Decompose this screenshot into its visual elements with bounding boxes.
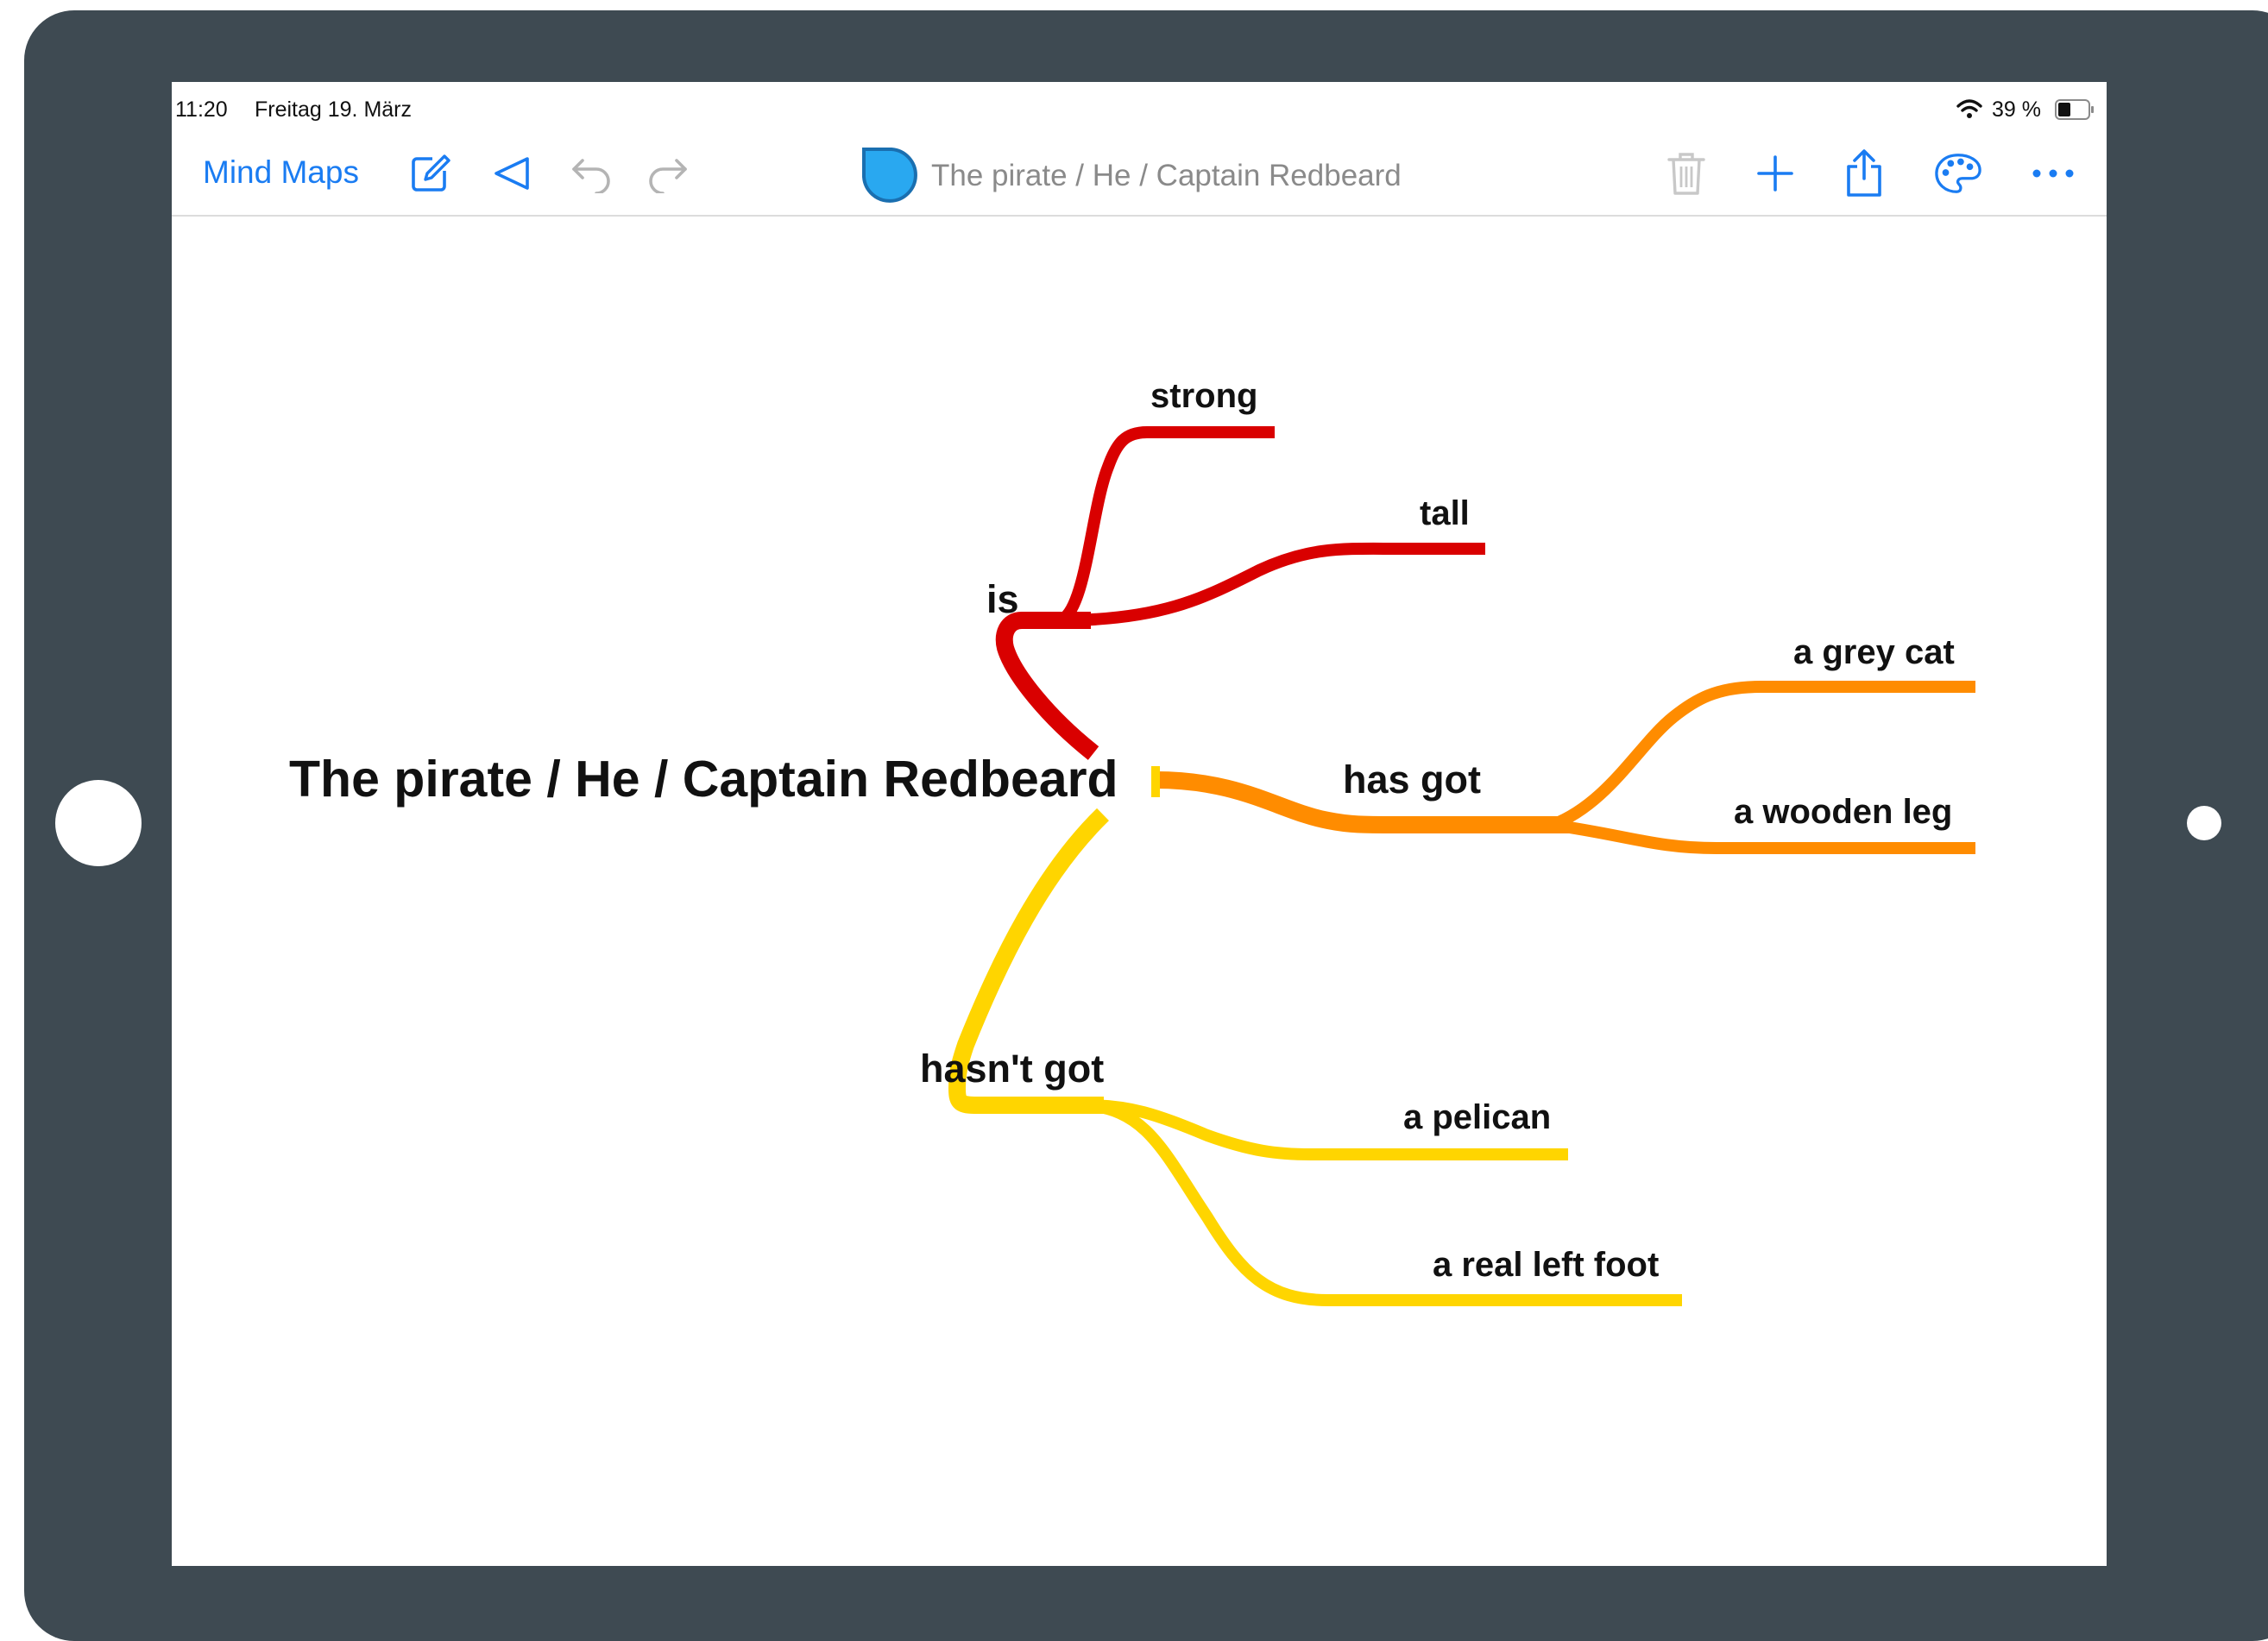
battery-icon: [2055, 99, 2094, 120]
node-a-wooden-leg[interactable]: a wooden leg: [1734, 793, 1952, 832]
node-a-grey-cat[interactable]: a grey cat: [1793, 633, 1955, 672]
node-a-real-left-foot[interactable]: a real left foot: [1433, 1246, 1659, 1285]
node-hasnt-got[interactable]: hasn't got: [920, 1047, 1104, 1091]
redo-icon: [649, 159, 687, 193]
connector-is-tall: [1060, 542, 1485, 626]
wifi-icon: [1956, 99, 1982, 118]
more-icon: [2032, 169, 2074, 178]
undo-button[interactable]: [568, 149, 616, 198]
mind-map-canvas[interactable]: The pirate / He / Captain Redbeard is st…: [172, 217, 2107, 1566]
map-doc-icon: [862, 148, 917, 203]
status-bar: 11:20 Freitag 19. März 39 %: [172, 82, 2107, 139]
app-screen: 11:20 Freitag 19. März 39 % Mind Maps Th…: [172, 82, 2107, 1566]
mind-maps-back-link[interactable]: Mind Maps: [203, 154, 359, 191]
node-is[interactable]: is: [986, 577, 1019, 622]
share-button[interactable]: [1840, 149, 1888, 198]
palette-icon: [1935, 154, 1981, 193]
root-node[interactable]: The pirate / He / Captain Redbeard: [289, 750, 1118, 808]
node-a-pelican[interactable]: a pelican: [1403, 1098, 1551, 1137]
front-camera: [2187, 806, 2221, 840]
branch-line-is: [995, 612, 1099, 760]
node-has-got[interactable]: has got: [1343, 758, 1481, 802]
more-button[interactable]: [2029, 149, 2077, 198]
status-time: 11:20: [175, 97, 228, 122]
trash-icon: [1667, 153, 1705, 195]
document-title-text: The pirate / He / Captain Redbeard: [931, 159, 1402, 192]
undo-icon: [572, 159, 610, 193]
add-icon: [1757, 155, 1793, 192]
node-tall[interactable]: tall: [1420, 494, 1470, 533]
status-date: Freitag 19. März: [255, 97, 413, 122]
edit-button[interactable]: [406, 149, 454, 198]
node-strong[interactable]: strong: [1150, 377, 1257, 416]
share-icon: [1847, 149, 1881, 197]
delete-button[interactable]: [1662, 149, 1710, 198]
back-triangle-icon: [495, 157, 529, 190]
edit-icon: [412, 154, 450, 192]
previous-button[interactable]: [488, 149, 537, 198]
add-button[interactable]: [1751, 149, 1799, 198]
root-orange-cap: [1151, 766, 1160, 797]
document-title: The pirate / He / Captain Redbeard: [860, 146, 1402, 206]
home-button[interactable]: [55, 780, 142, 866]
toolbar: Mind Maps The pirate / He / Captain Redb…: [172, 139, 2107, 217]
connector-is-strong: [1057, 426, 1275, 626]
battery-percent: 39 %: [1992, 97, 2041, 122]
mind-map-connections: [948, 426, 1975, 1306]
style-button[interactable]: [1934, 149, 1982, 198]
redo-button[interactable]: [643, 149, 691, 198]
